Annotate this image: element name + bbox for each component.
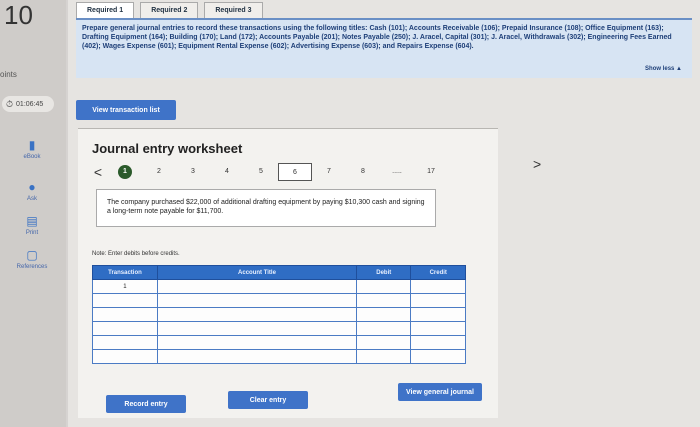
next-page-arrow[interactable]: > <box>533 156 541 172</box>
account-title-input[interactable] <box>156 335 358 350</box>
show-less-link[interactable]: Show less ▲ <box>645 65 682 74</box>
table-row <box>92 335 466 350</box>
account-title-input[interactable] <box>156 307 358 322</box>
timer-value: 01:06:45 <box>16 100 44 108</box>
transaction-cell <box>92 349 158 364</box>
credit-input[interactable] <box>410 349 466 364</box>
debit-input[interactable] <box>356 349 412 364</box>
journal-entry-worksheet: Journal entry worksheet < 1 2 3 4 5 6 7 … <box>78 128 498 418</box>
account-title-input[interactable] <box>156 293 358 308</box>
page-2[interactable]: 2 <box>142 163 176 181</box>
instructions-panel: Prepare general journal entries to recor… <box>76 18 692 78</box>
credit-input[interactable] <box>410 321 466 336</box>
table-row: 1 <box>92 279 466 294</box>
ebook-link[interactable]: ▮ eBook <box>4 138 60 160</box>
col-transaction: Transaction <box>92 265 158 280</box>
journal-entry-table: Transaction Account Title Debit Credit 1 <box>92 265 466 364</box>
credit-input[interactable] <box>410 307 466 322</box>
tab-required-3[interactable]: Required 3 <box>204 2 263 19</box>
debit-input[interactable] <box>356 293 412 308</box>
debits-note: Note: Enter debits before credits. <box>92 251 180 257</box>
timer[interactable]: ⏱ 01:06:45 <box>2 96 54 112</box>
debit-input[interactable] <box>356 335 412 350</box>
page-17[interactable]: 17 <box>414 163 448 181</box>
page-1[interactable]: 1 <box>108 163 142 181</box>
points-label: oints <box>0 70 17 79</box>
page-4[interactable]: 4 <box>210 163 244 181</box>
ebook-label: eBook <box>23 154 41 160</box>
clear-entry-button[interactable]: Clear entry <box>228 391 308 409</box>
prev-page-arrow[interactable]: < <box>88 164 108 180</box>
left-rail: 10 oints ⏱ 01:06:45 ▮ eBook ● Ask ▤ Prin… <box>0 0 66 427</box>
ask-label: Ask <box>26 196 37 202</box>
tab-required-1[interactable]: Required 1 <box>76 2 135 19</box>
instructions-text: Prepare general journal entries to recor… <box>82 25 672 50</box>
ask-link[interactable]: ● Ask <box>4 180 60 202</box>
table-row <box>92 293 466 308</box>
transaction-cell <box>92 307 158 322</box>
transaction-cell <box>92 293 158 308</box>
page-8[interactable]: 8 <box>346 163 380 181</box>
debit-input[interactable] <box>356 321 412 336</box>
account-title-input[interactable] <box>156 321 358 336</box>
book-icon: ▮ <box>28 138 36 152</box>
table-row <box>92 349 466 364</box>
record-entry-button[interactable]: Record entry <box>106 395 186 413</box>
page-3[interactable]: 3 <box>176 163 210 181</box>
transaction-cell <box>92 335 158 350</box>
references-link[interactable]: ▢ References <box>4 248 60 270</box>
view-general-journal-button[interactable]: View general journal <box>398 383 482 401</box>
table-row <box>92 321 466 336</box>
print-link[interactable]: ▤ Print <box>4 214 60 236</box>
transaction-prompt: The company purchased $22,000 of additio… <box>96 189 436 227</box>
question-number: 10 <box>4 0 33 30</box>
credit-input[interactable] <box>410 335 466 350</box>
account-title-input[interactable] <box>156 349 358 364</box>
credit-input[interactable] <box>410 293 466 308</box>
worksheet-pager: < 1 2 3 4 5 6 7 8 ..... 17 <box>88 163 448 181</box>
table-row <box>92 307 466 322</box>
col-debit: Debit <box>356 265 412 280</box>
col-account-title: Account Title <box>156 265 358 280</box>
printer-icon: ▤ <box>26 214 38 228</box>
clock-icon: ⏱ <box>6 98 14 109</box>
col-credit: Credit <box>410 265 466 280</box>
transaction-cell <box>92 321 158 336</box>
credit-input[interactable] <box>410 279 466 294</box>
transaction-cell: 1 <box>92 279 158 294</box>
chat-bubble-icon: ● <box>28 180 36 194</box>
print-label: Print <box>25 230 39 236</box>
tab-required-2[interactable]: Required 2 <box>140 2 199 19</box>
references-icon: ▢ <box>26 248 38 262</box>
debit-input[interactable] <box>356 279 412 294</box>
page-7[interactable]: 7 <box>312 163 346 181</box>
view-transaction-list-button[interactable]: View transaction list <box>76 100 176 120</box>
page-ellipsis: ..... <box>392 168 402 175</box>
page-5[interactable]: 5 <box>244 163 278 181</box>
worksheet-title: Journal entry worksheet <box>92 141 243 156</box>
page-6[interactable]: 6 <box>278 163 312 181</box>
required-tabs: Required 1 Required 2 Required 3 <box>76 2 263 19</box>
account-title-input[interactable] <box>156 279 358 294</box>
main-content: Required 1 Required 2 Required 3 Prepare… <box>68 0 700 427</box>
debit-input[interactable] <box>356 307 412 322</box>
references-label: References <box>16 264 48 270</box>
